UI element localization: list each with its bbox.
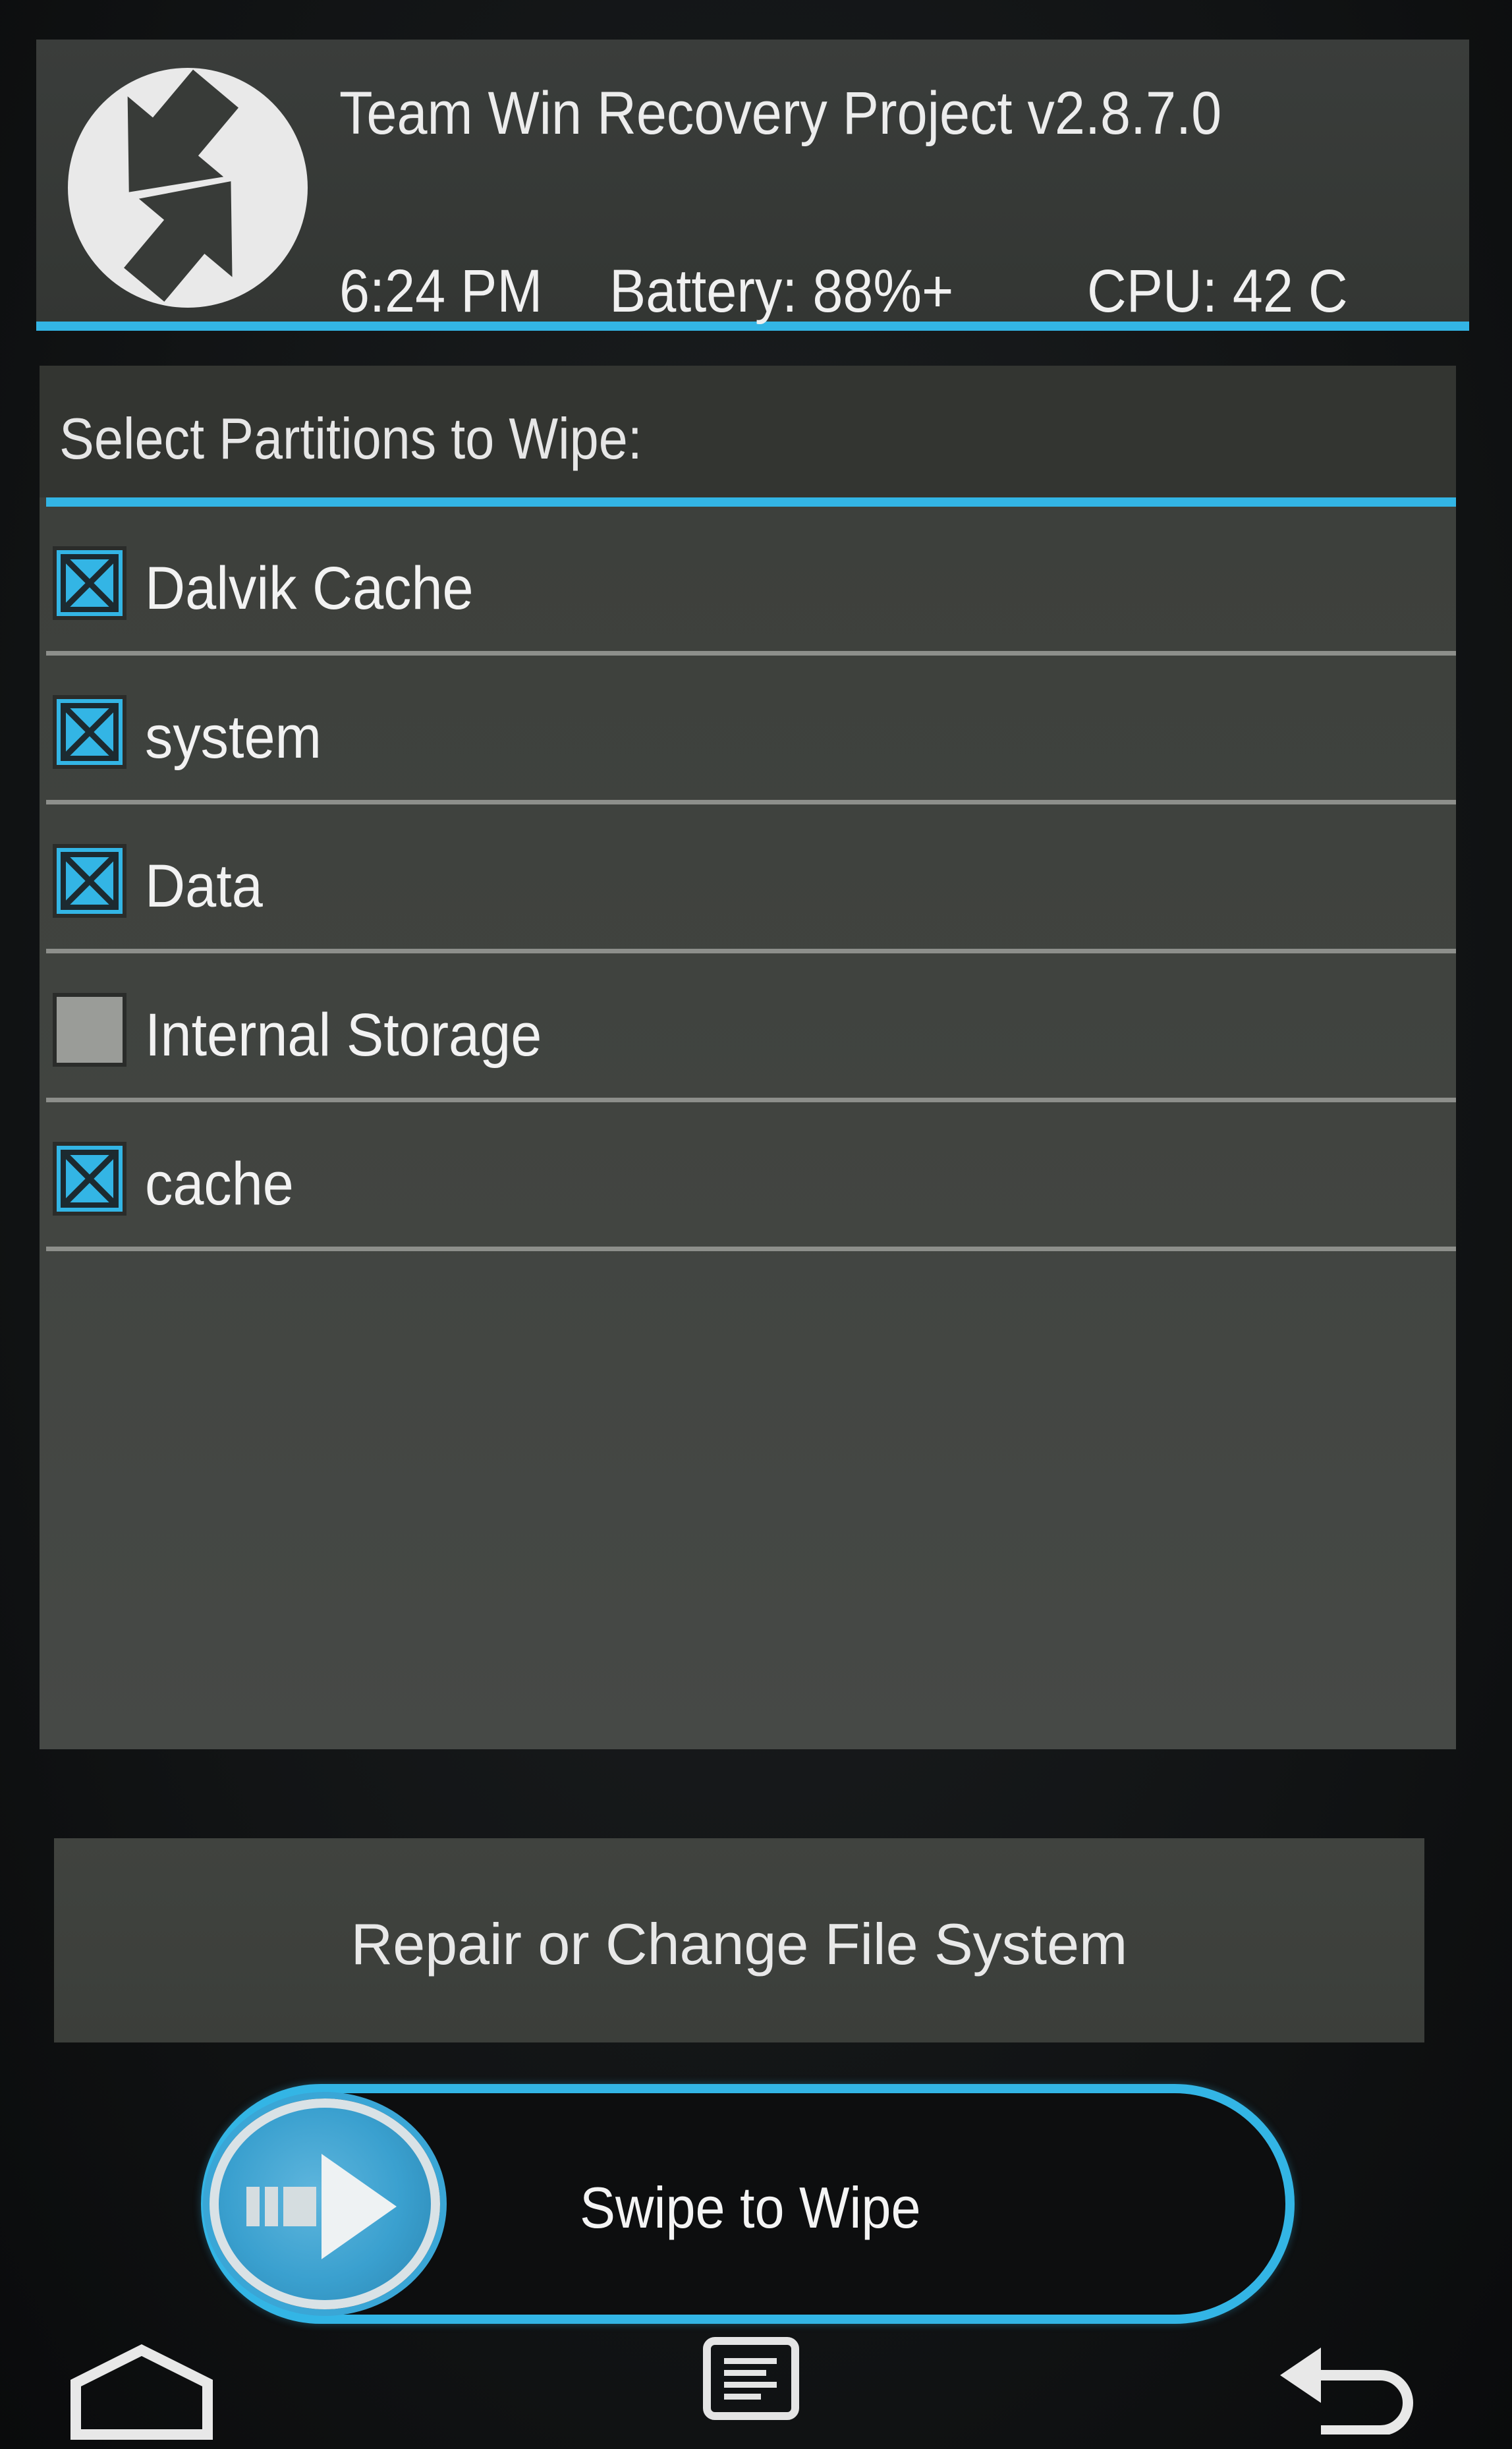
row-divider (46, 949, 1456, 953)
partition-list-panel: Select Partitions to Wipe: Dalvik Cache … (40, 366, 1456, 1749)
partition-row-data[interactable]: Data (40, 804, 1456, 953)
swipe-label: Swipe to Wipe (580, 2175, 921, 2240)
row-divider (46, 651, 1456, 656)
app-title: Team Win Recovery Project v2.8.7.0 (339, 80, 1222, 147)
partition-label: Data (145, 853, 263, 920)
partition-label: system (145, 704, 322, 771)
checkbox-internal-storage[interactable] (53, 993, 126, 1067)
checkbox-system[interactable] (53, 695, 126, 769)
row-divider (46, 1098, 1456, 1102)
partition-row-cache[interactable]: cache (40, 1102, 1456, 1251)
panel-title: Select Partitions to Wipe: (59, 406, 642, 471)
checkbox-cache[interactable] (53, 1142, 126, 1216)
repair-button-label: Repair or Change File System (350, 1911, 1128, 1977)
console-icon[interactable] (702, 2336, 800, 2421)
clock-text: 6:24 PM (339, 258, 543, 325)
check-x-icon (61, 554, 119, 612)
partition-row-internal-storage[interactable]: Internal Storage (40, 953, 1456, 1102)
swipe-handle[interactable] (210, 2098, 440, 2309)
cpu-temperature: CPU: 42 C (1087, 258, 1348, 325)
partition-label: Dalvik Cache (145, 555, 474, 622)
panel-accent-line (46, 497, 1456, 507)
twrp-logo-icon (68, 68, 308, 308)
home-icon[interactable] (66, 2342, 217, 2441)
arrow-right-icon (246, 2154, 397, 2259)
partition-label: cache (145, 1150, 294, 1218)
partition-label: Internal Storage (145, 1001, 542, 1069)
partition-row-dalvik-cache[interactable]: Dalvik Cache (40, 507, 1456, 656)
back-icon[interactable] (1275, 2336, 1420, 2435)
checkbox-data[interactable] (53, 844, 126, 918)
battery-status: Battery: 88%+ (609, 258, 954, 325)
panel-header: Select Partitions to Wipe: (40, 366, 1456, 497)
twrp-screen: Team Win Recovery Project v2.8.7.0 6:24 … (0, 0, 1512, 2449)
checkbox-dalvik-cache[interactable] (53, 546, 126, 620)
check-x-icon (61, 1150, 119, 1208)
row-divider (46, 1247, 1456, 1251)
partition-row-system[interactable]: system (40, 656, 1456, 804)
row-divider (46, 800, 1456, 804)
repair-file-system-button[interactable]: Repair or Change File System (54, 1838, 1424, 2042)
check-x-icon (61, 852, 119, 910)
check-x-icon (61, 703, 119, 761)
